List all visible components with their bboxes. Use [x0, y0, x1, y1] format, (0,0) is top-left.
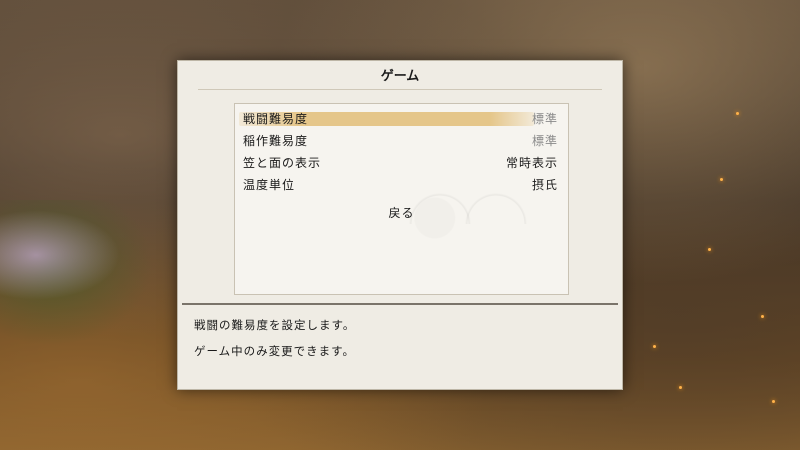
sky-glow — [0, 210, 120, 300]
option-value: 摂氏 — [531, 178, 558, 192]
option-label: 温度単位 — [243, 178, 296, 192]
back-button[interactable]: 戻る — [235, 203, 568, 223]
option-value: 標準 — [531, 112, 558, 126]
option-temperature-unit[interactable]: 温度単位 摂氏 — [241, 175, 558, 195]
option-value: 常時表示 — [505, 156, 558, 170]
option-farming-difficulty[interactable]: 稲作難易度 標準 — [241, 131, 558, 151]
description-line: ゲーム中のみ変更できます。 — [194, 344, 356, 358]
ember-sparkle — [736, 112, 739, 115]
ember-sparkle — [679, 386, 682, 389]
description-divider — [182, 303, 618, 305]
options-list: 戦闘難易度 標準 稲作難易度 標準 笠と面の表示 常時表示 温度単位 摂氏 戻る — [234, 103, 569, 295]
description-line: 戦闘の難易度を設定します。 — [194, 318, 356, 332]
ember-sparkle — [720, 178, 723, 181]
ember-sparkle — [761, 315, 764, 318]
dialog-title: ゲーム — [380, 69, 420, 84]
option-value: 標準 — [531, 134, 558, 148]
ember-sparkle — [708, 248, 711, 251]
option-hat-mask-display[interactable]: 笠と面の表示 常時表示 — [241, 153, 558, 173]
option-label: 稲作難易度 — [243, 134, 309, 148]
ember-sparkle — [772, 400, 775, 403]
option-combat-difficulty[interactable]: 戦闘難易度 標準 — [239, 109, 558, 129]
option-label: 戦闘難易度 — [243, 112, 309, 126]
option-label: 笠と面の表示 — [243, 156, 322, 170]
ember-sparkle — [653, 345, 656, 348]
title-divider — [198, 89, 602, 90]
game-settings-dialog: ゲーム 戦闘難易度 標準 稲作難易度 標準 笠と面の表示 常時表示 温度単位 摂… — [177, 60, 623, 390]
